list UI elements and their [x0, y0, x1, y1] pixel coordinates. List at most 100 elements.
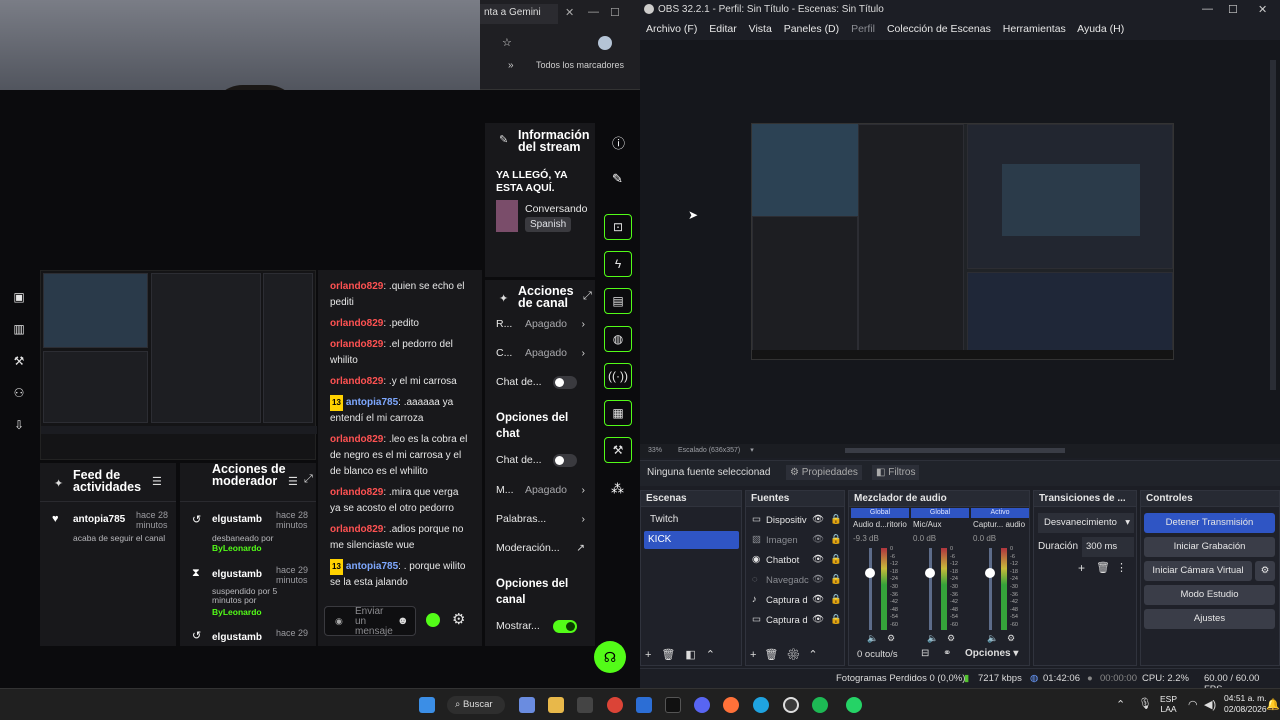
mod-entry-by[interactable]: ByLeonardo — [212, 543, 262, 553]
gear-icon[interactable]: ⚙ — [1255, 561, 1275, 581]
eye-icon[interactable]: 👁 — [812, 594, 824, 605]
start-recording-button[interactable]: Iniciar Grabación — [1144, 537, 1275, 557]
notification-bell-icon[interactable]: 🔔 — [1266, 698, 1280, 711]
chevron-more-icon[interactable]: » — [508, 60, 514, 71]
settings-button[interactable]: Ajustes — [1144, 609, 1275, 629]
action-row[interactable]: Mostrar... — [496, 620, 585, 636]
eye-icon[interactable]: 👁 — [812, 554, 824, 565]
bookmark-star-icon[interactable]: ☆ — [502, 36, 512, 49]
remove-transition-icon[interactable]: 🗑 — [1096, 561, 1110, 574]
eye-icon[interactable]: 👁 — [812, 534, 824, 545]
edit-icon[interactable]: ✎ — [612, 171, 623, 187]
support-icon[interactable]: ☊ — [594, 641, 626, 673]
maximize-icon[interactable]: ☐ — [610, 6, 620, 19]
lock-icon[interactable]: 🔒 — [830, 594, 842, 605]
scene-controls[interactable]: +🗑◧⌃ — [645, 648, 739, 661]
emote-icon[interactable]: ◉ — [335, 616, 343, 627]
video-icon[interactable]: ▣ — [12, 290, 26, 304]
speaker-icon[interactable]: 🔈 — [987, 633, 998, 644]
eye-icon[interactable]: 👁 — [812, 614, 824, 625]
copilot-icon[interactable] — [519, 697, 535, 713]
action-row[interactable]: Chat de... — [496, 376, 585, 392]
close-tab-icon[interactable]: ✕ — [565, 6, 574, 19]
outlook-icon[interactable] — [636, 697, 652, 713]
spotify-icon[interactable] — [812, 697, 828, 713]
fader-handle[interactable] — [985, 568, 995, 578]
more-icon[interactable]: ⋮ — [1116, 561, 1127, 574]
menu-item[interactable]: Perfil — [851, 23, 875, 35]
menu-item[interactable]: Editar — [709, 23, 736, 35]
speaker-icon[interactable]: 🔈 — [927, 633, 938, 644]
wifi-icon[interactable]: ◠ — [1188, 698, 1198, 711]
toggle-switch[interactable] — [553, 620, 577, 633]
source-item[interactable]: ▭ Dispositiv 👁 🔒 — [750, 511, 844, 531]
source-controls[interactable]: +🗑⚙⌃ — [750, 648, 844, 661]
duration-input[interactable]: 300 ms — [1082, 537, 1134, 557]
firefox-icon[interactable] — [723, 697, 739, 713]
action-row[interactable]: Moderación... ↗ — [496, 542, 585, 558]
link-icon[interactable]: ⚭ — [943, 648, 951, 659]
feed-user[interactable]: antopia785 — [73, 514, 125, 525]
lock-icon[interactable]: 🔒 — [830, 514, 842, 525]
media-icon[interactable]: ▦ — [604, 400, 632, 426]
properties-button[interactable]: ⚙ Propiedades — [786, 465, 862, 480]
chat-username[interactable]: orlando829 — [330, 318, 383, 329]
wrench-icon[interactable]: ⚒ — [12, 354, 26, 368]
windows-start-icon[interactable] — [419, 697, 435, 713]
maximize-icon[interactable]: ☐ — [1228, 3, 1238, 16]
action-row[interactable]: Chat de... — [496, 454, 585, 470]
channel-settings-icon[interactable]: ⚙ — [1007, 633, 1015, 644]
fader-handle[interactable] — [865, 568, 875, 578]
broadcast-icon[interactable]: ((·)) — [604, 363, 632, 389]
chrome-icon[interactable] — [607, 697, 623, 713]
close-icon[interactable]: ✕ — [1258, 3, 1267, 16]
filter-icon[interactable]: ☰ — [288, 475, 298, 488]
info-icon[interactable]: ⓘ — [612, 133, 625, 152]
settings-gear-icon[interactable]: ⚙ — [452, 610, 465, 628]
mod-entry-user[interactable]: elgustamb — [212, 569, 262, 580]
eye-icon[interactable]: 👁 — [812, 574, 824, 585]
bookmarks-folder[interactable]: Todos los marcadores — [536, 60, 624, 70]
layout-icon[interactable]: ⊟ — [921, 648, 929, 659]
chat-username[interactable]: orlando829 — [330, 281, 383, 292]
kick-logo-icon[interactable] — [426, 613, 440, 627]
speaker-icon[interactable]: 🔈 — [867, 633, 878, 644]
add-transition-icon[interactable]: + — [1078, 561, 1085, 575]
clock[interactable]: 04:51 a. m. 02/08/2026 — [1224, 693, 1267, 715]
program-preview[interactable] — [751, 123, 1174, 360]
mod-entry-by[interactable]: ByLeonardo — [212, 607, 262, 617]
source-item[interactable]: ▧ Imagen 👁 🔒 — [750, 531, 844, 551]
action-row[interactable]: R... Apagado › — [496, 318, 585, 334]
minimize-icon[interactable]: — — [588, 6, 599, 18]
channel-settings-icon[interactable]: ⚙ — [887, 633, 895, 644]
minimize-icon[interactable]: — — [1202, 3, 1213, 15]
toggle-switch[interactable] — [553, 454, 577, 467]
microphone-icon[interactable]: 🎙 — [1138, 697, 1152, 710]
volume-fader[interactable] — [929, 548, 932, 630]
chat-username[interactable]: orlando829 — [330, 376, 383, 387]
lock-icon[interactable]: 🔒 — [830, 574, 842, 585]
virtual-camera-button[interactable]: Iniciar Cámara Virtual — [1144, 561, 1252, 581]
profile-avatar[interactable] — [598, 36, 612, 50]
chat-input[interactable]: ◉ Enviar un mensaje ☻ — [324, 606, 416, 637]
scene-item[interactable]: Twitch — [646, 511, 739, 529]
channel-settings-icon[interactable]: ⚙ — [947, 633, 955, 644]
popout-icon[interactable]: ⤢ — [304, 473, 313, 486]
emoji-icon[interactable]: ☻ — [397, 615, 409, 627]
menu-item[interactable]: Vista — [749, 23, 772, 35]
volume-fader[interactable] — [869, 548, 872, 630]
source-item[interactable]: ◉ Chatbot 👁 🔒 — [750, 551, 844, 571]
lock-icon[interactable]: 🔒 — [830, 614, 842, 625]
mod-entry-user[interactable]: elgustamb — [212, 514, 262, 525]
edge-icon[interactable] — [753, 697, 769, 713]
discord-icon[interactable] — [694, 697, 710, 713]
filters-button[interactable]: ◧ Filtros — [872, 465, 920, 480]
action-row[interactable]: C... Apagado › — [496, 347, 585, 363]
vertical-scrollbar[interactable] — [1270, 60, 1276, 390]
chevron-up-icon[interactable]: ⌃ — [1116, 698, 1125, 711]
source-item[interactable]: ♪ Captura d 👁 🔒 — [750, 591, 844, 611]
epic-games-icon[interactable] — [665, 697, 681, 713]
mod-entry-user[interactable]: elgustamb — [212, 632, 262, 643]
menu-item[interactable]: Paneles (D) — [784, 23, 839, 35]
wrench-icon[interactable]: ⚒ — [604, 437, 632, 463]
